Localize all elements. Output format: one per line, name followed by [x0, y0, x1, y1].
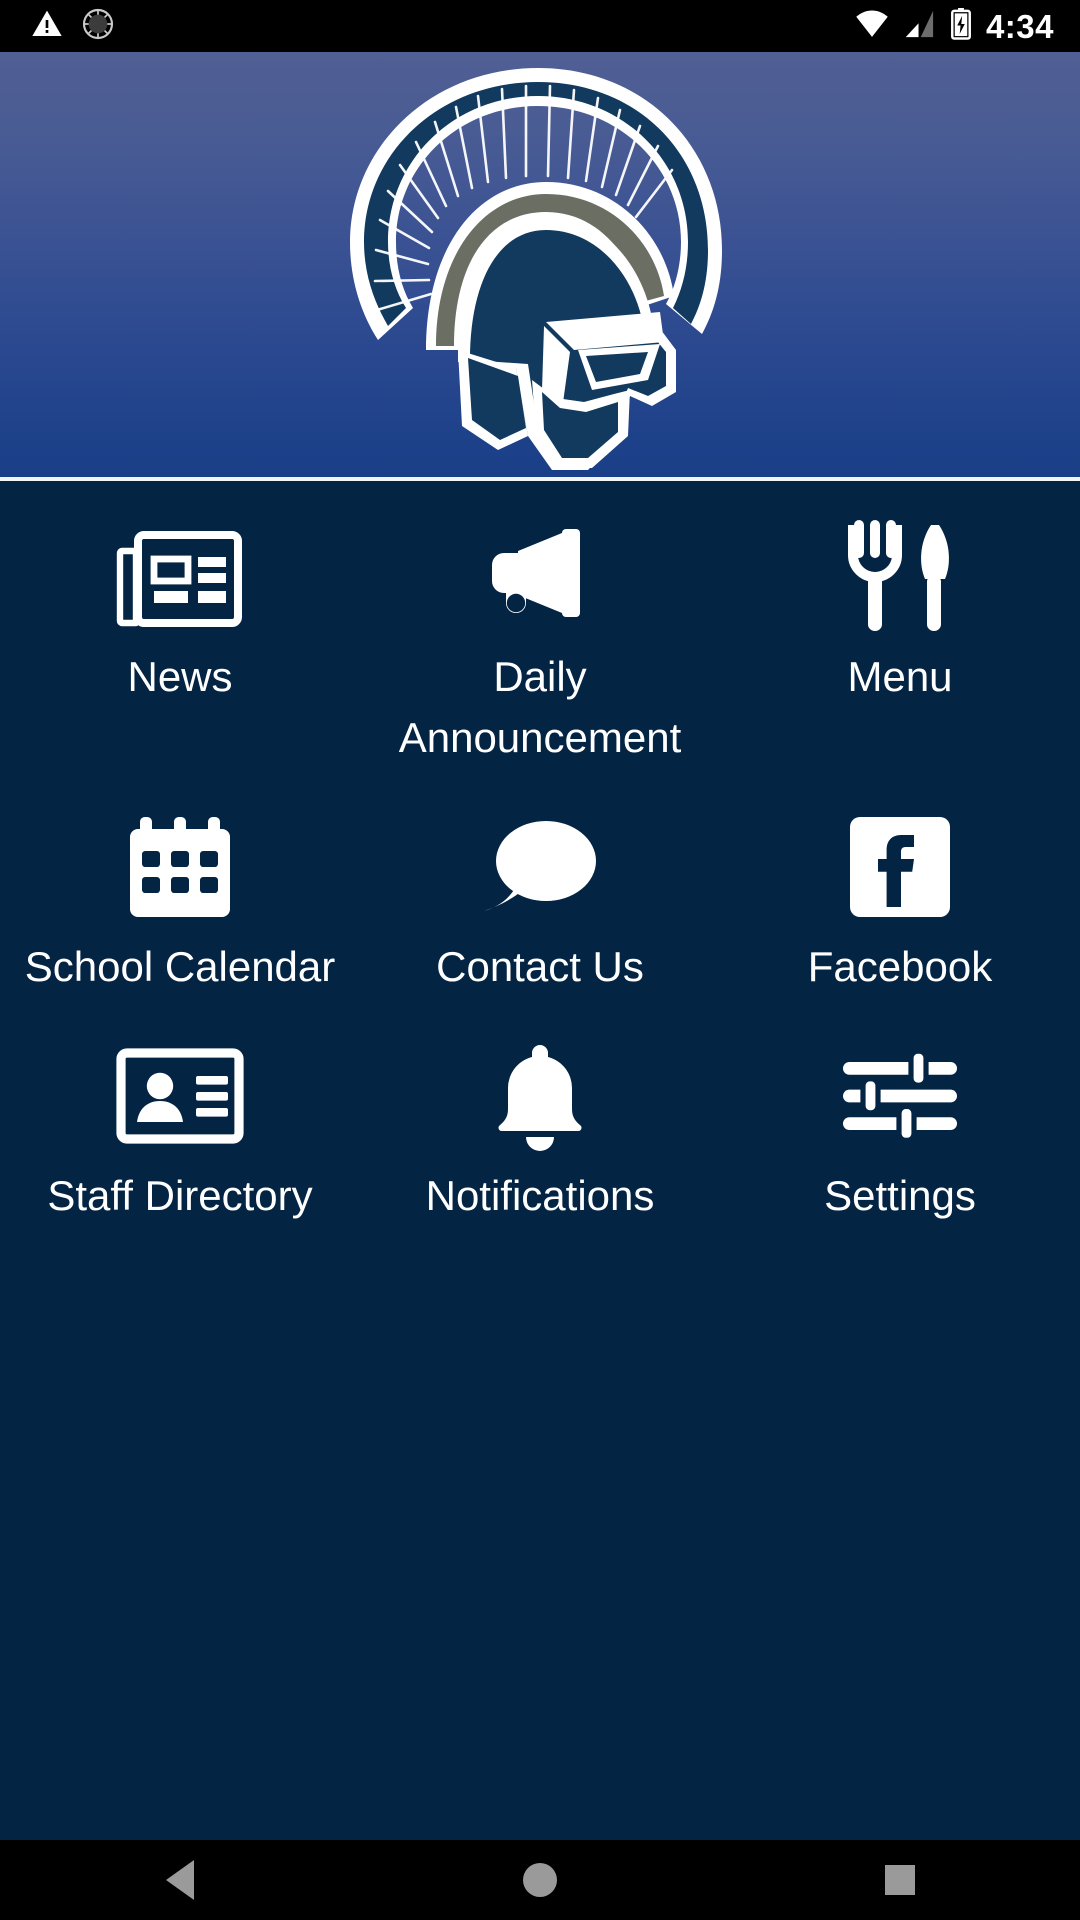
grid-item-notifications[interactable]: Notifications	[360, 1012, 720, 1227]
grid-item-label: School Calendar	[24, 942, 336, 990]
newspaper-icon	[0, 507, 360, 647]
grid-row: School Calendar Contact Us Facebook	[0, 783, 1080, 998]
grid-item-label: Menu	[847, 653, 953, 700]
contact-card-icon	[0, 1026, 360, 1166]
battery-charging-icon	[950, 7, 972, 45]
speech-bubble-icon	[360, 797, 720, 937]
sync-spinner-icon	[82, 8, 114, 45]
wifi-icon	[854, 9, 890, 44]
grid-item-label: Staff Directory	[47, 1171, 313, 1219]
home-circle-icon	[523, 1863, 557, 1897]
sliders-icon	[720, 1026, 1080, 1166]
warning-triangle-icon	[30, 8, 64, 45]
grid-row: News Daily Announcement Menu	[0, 497, 1080, 769]
back-triangle-icon	[166, 1860, 194, 1900]
grid-item-label: Contact Us	[436, 942, 644, 990]
bell-icon	[360, 1026, 720, 1166]
facebook-icon	[720, 797, 1080, 937]
grid-item-label: Settings	[824, 1171, 976, 1219]
android-navigation-bar	[0, 1840, 1080, 1920]
megaphone-icon	[360, 507, 720, 647]
nav-recents-button[interactable]	[840, 1840, 960, 1920]
app-header-banner	[0, 52, 1080, 477]
status-bar-clock: 4:34	[985, 7, 1054, 45]
grid-item-label: Daily Announcement	[398, 653, 682, 761]
app-screen: 4:34 News Daily Announcement Menu School…	[0, 0, 1080, 1920]
grid-item-news[interactable]: News	[0, 497, 360, 769]
grid-item-menu[interactable]: Menu	[720, 497, 1080, 769]
nav-back-button[interactable]	[120, 1840, 240, 1920]
calendar-icon	[0, 797, 360, 937]
spartan-helmet-logo	[330, 52, 750, 477]
nav-home-button[interactable]	[480, 1840, 600, 1920]
grid-item-settings[interactable]: Settings	[720, 1012, 1080, 1227]
fork-knife-icon	[720, 507, 1080, 647]
grid-item-label: Notifications	[425, 1171, 655, 1219]
grid-row: Staff Directory Notifications Settings	[0, 1012, 1080, 1227]
feature-grid: News Daily Announcement Menu School Cale…	[0, 481, 1080, 1840]
grid-item-facebook[interactable]: Facebook	[720, 783, 1080, 998]
recents-square-icon	[885, 1865, 915, 1895]
grid-item-label: News	[127, 653, 233, 700]
grid-item-daily-announcement[interactable]: Daily Announcement	[360, 497, 720, 769]
grid-item-school-calendar[interactable]: School Calendar	[0, 783, 360, 998]
grid-item-label: Facebook	[807, 942, 993, 990]
status-bar-right-icons: 4:34	[854, 7, 1080, 45]
status-bar-left-icons	[0, 8, 114, 45]
grid-item-contact-us[interactable]: Contact Us	[360, 783, 720, 998]
grid-item-staff-directory[interactable]: Staff Directory	[0, 1012, 360, 1227]
status-bar: 4:34	[0, 0, 1080, 52]
cellular-signal-icon	[904, 9, 936, 44]
